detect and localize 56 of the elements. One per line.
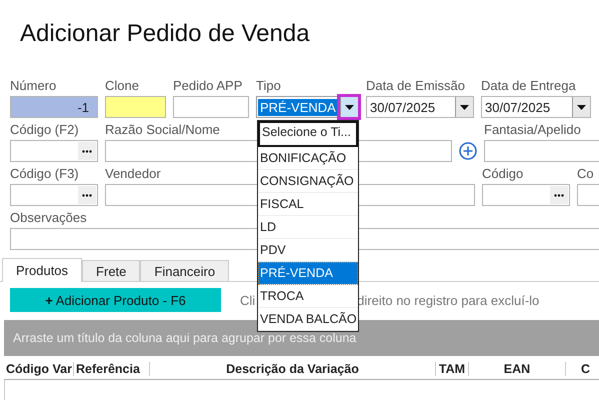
tab[interactable]: Produtos [2,258,82,282]
field-label: Observações [10,210,87,227]
field-label: Co [577,166,594,183]
lookup-field[interactable] [10,140,98,162]
window-title: Adicionar Pedido de Venda [19,19,311,49]
column-header[interactable]: Código Var [4,362,74,376]
add-product-button[interactable]: + Adicionar Produto - F6 [10,288,221,312]
caret-icon [577,104,586,110]
column-header[interactable]: TAM [436,362,469,376]
column-header[interactable]: EAN [469,362,566,376]
dropdown-option[interactable]: FISCAL [258,193,358,216]
dropdown-option[interactable]: LD [258,216,358,239]
caret-icon [345,104,354,110]
field-label: Fantasia/Apelido [484,122,581,139]
column-header[interactable]: Descrição da Variação [150,362,436,376]
caret-icon [460,104,469,110]
add-icon[interactable] [459,142,477,160]
field-label: Pedido APP [173,78,242,95]
date-field[interactable]: 30/07/2025 [481,96,591,118]
dropdown-button[interactable] [455,97,473,117]
ellipsis-icon[interactable] [78,186,96,204]
date-field[interactable]: 30/07/2025 [366,96,474,118]
tab[interactable]: Frete [82,260,140,281]
group-panel-text: Arraste um título da coluna aqui para agrupar por essa coluna [13,331,356,345]
tab[interactable]: Financeiro [140,260,230,281]
field-label: Tipo [256,78,281,95]
field-label: Data de Entrega [481,78,576,95]
field-label: Vendedor [105,166,161,183]
number-field[interactable]: -1 [10,96,98,118]
field-label: Código (F2) [10,122,79,139]
dropdown-option[interactable]: TROCA [258,285,358,308]
input-field[interactable] [484,140,599,162]
dropdown-option[interactable]: PRÉ-VENDA [258,262,358,285]
field-label: Clone [105,78,139,95]
dropdown-button[interactable] [340,97,358,117]
dropdown-option[interactable]: CONSIGNAÇÃO [258,170,358,193]
column-header[interactable]: C [566,362,599,376]
ellipsis-icon[interactable] [550,186,568,204]
field-label: Código (F3) [10,166,79,183]
column-header[interactable]: Referência [74,362,150,376]
dropdown-button[interactable] [572,97,590,117]
field-label: Número [10,78,56,95]
field-value: -1 [76,100,90,114]
dropdown-option[interactable]: BONIFICAÇÃO [258,147,358,170]
type-select[interactable]: PRÉ-VENDA [256,96,359,118]
clone-field[interactable] [105,96,166,118]
input-field[interactable] [173,96,249,118]
lookup-field[interactable] [10,184,98,206]
ellipsis-icon[interactable] [78,142,96,160]
field-label: Razão Social/Nome [105,122,220,139]
field-label: Data de Emissão [366,78,465,95]
dropdown-option[interactable]: VENDA BALCÃO [258,308,358,331]
field-label: Código [482,166,524,183]
hint-text: Cli [240,292,256,308]
dropdown-option[interactable]: Selecione o Ti... [258,121,358,147]
lookup-field[interactable] [482,184,570,206]
